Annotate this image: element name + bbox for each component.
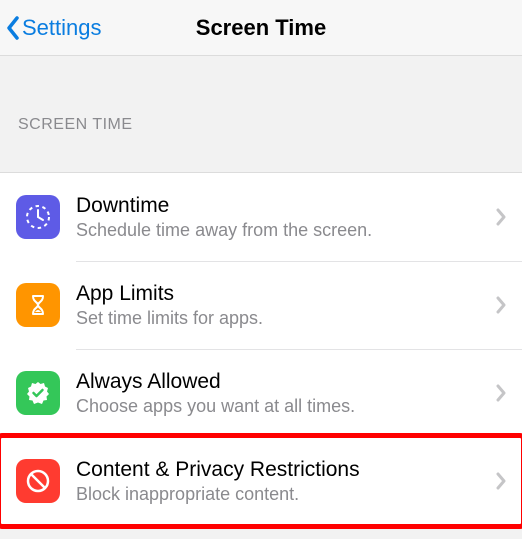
section-header: SCREEN TIME [0,56,522,142]
chevron-right-icon [496,472,506,490]
row-text: Content & Privacy Restrictions Block ina… [76,457,492,506]
row-subtitle: Schedule time away from the screen. [76,220,492,242]
chevron-left-icon [6,16,20,40]
row-title: Downtime [76,193,492,218]
row-subtitle: Block inappropriate content. [76,484,492,506]
row-title: Content & Privacy Restrictions [76,457,492,482]
row-text: App Limits Set time limits for apps. [76,281,492,330]
page-title: Screen Time [196,15,326,41]
settings-group: Downtime Schedule time away from the scr… [0,172,522,526]
check-seal-icon [16,371,60,415]
back-button[interactable]: Settings [0,15,102,41]
row-text: Downtime Schedule time away from the scr… [76,193,492,242]
chevron-right-icon [496,384,506,402]
row-subtitle: Set time limits for apps. [76,308,492,330]
row-content-privacy[interactable]: Content & Privacy Restrictions Block ina… [0,437,522,525]
row-title: App Limits [76,281,492,306]
row-subtitle: Choose apps you want at all times. [76,396,492,418]
nav-bar: Settings Screen Time [0,0,522,56]
hourglass-icon [16,283,60,327]
row-title: Always Allowed [76,369,492,394]
no-entry-icon [16,459,60,503]
row-downtime[interactable]: Downtime Schedule time away from the scr… [0,173,522,261]
chevron-right-icon [496,296,506,314]
chevron-right-icon [496,208,506,226]
row-always-allowed[interactable]: Always Allowed Choose apps you want at a… [0,349,522,437]
row-app-limits[interactable]: App Limits Set time limits for apps. [0,261,522,349]
clock-icon [16,195,60,239]
back-label: Settings [22,15,102,41]
row-text: Always Allowed Choose apps you want at a… [76,369,492,418]
